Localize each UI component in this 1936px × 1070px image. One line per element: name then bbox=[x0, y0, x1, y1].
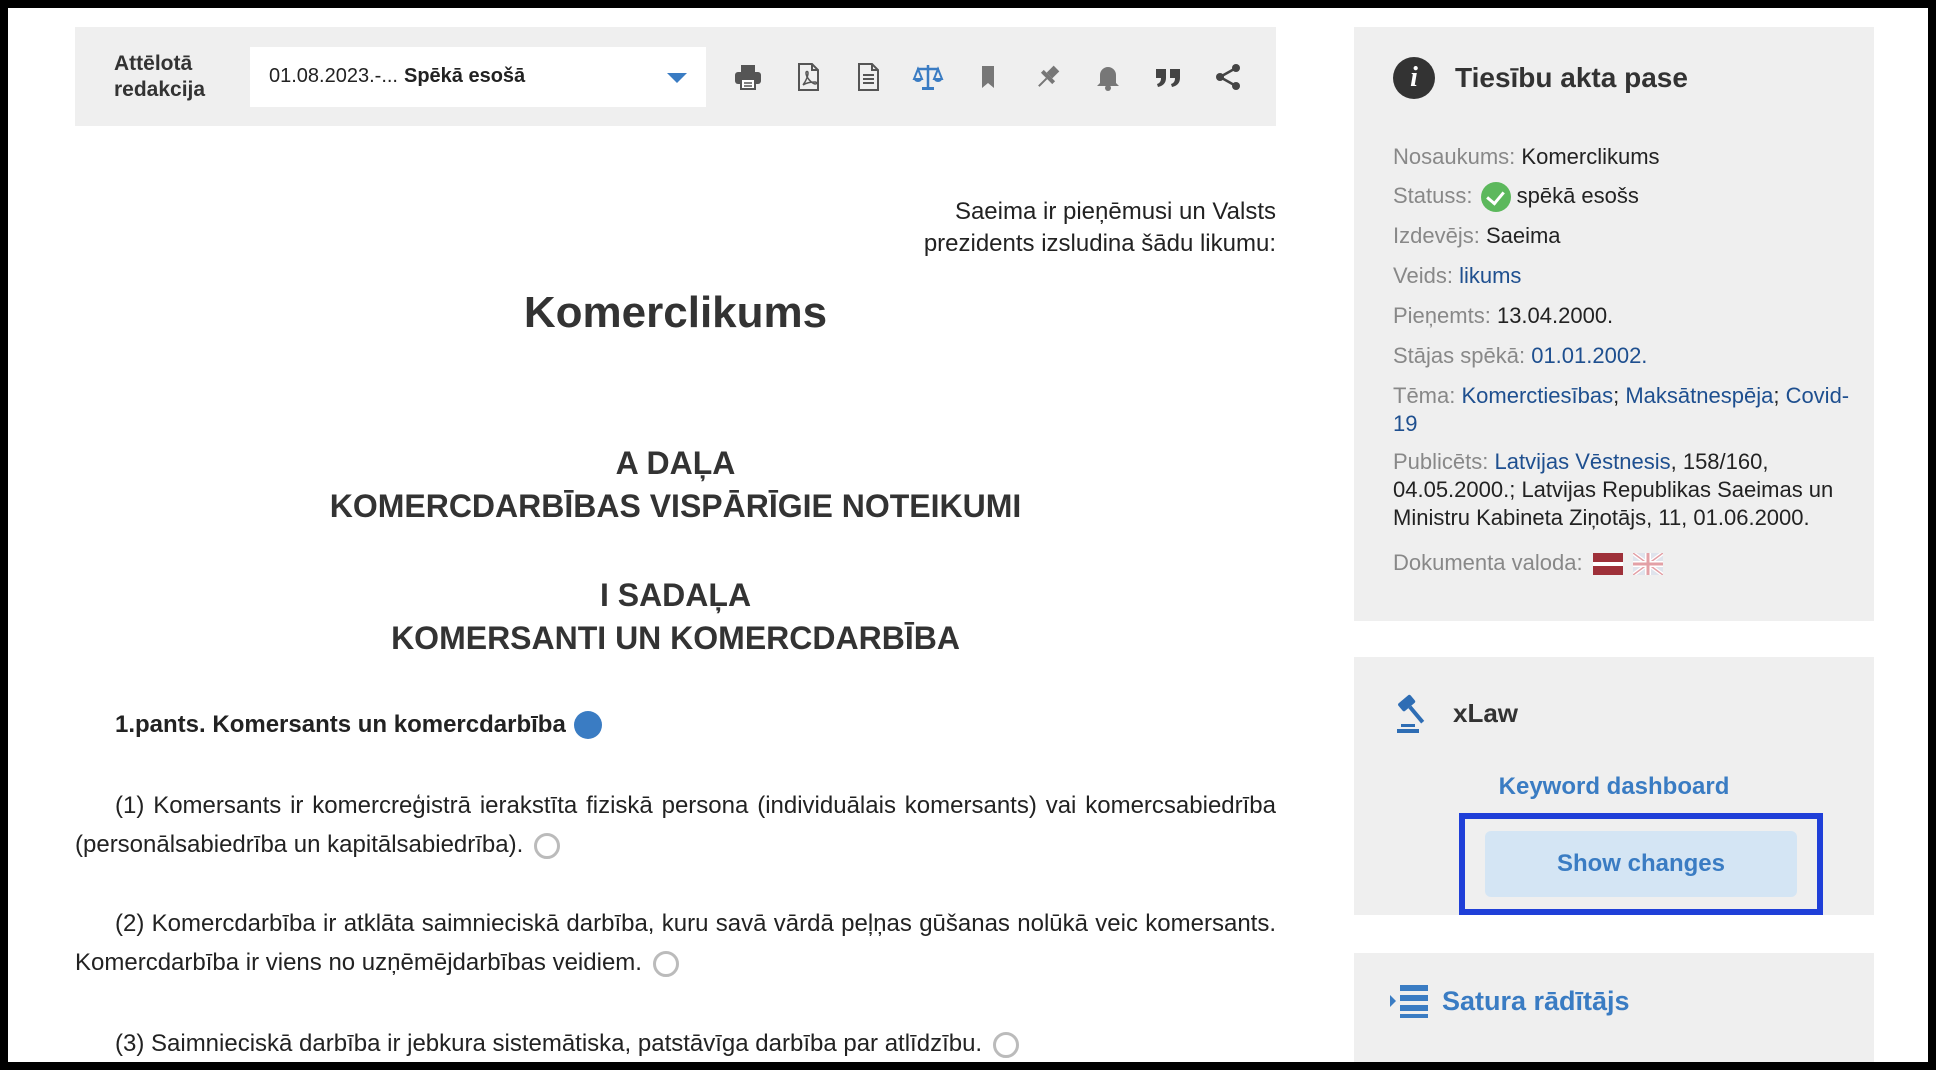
meta-published: Publicēts: Latvijas Vēstnesis, 158/160, … bbox=[1393, 448, 1854, 532]
uk-flag-graphic bbox=[1632, 553, 1663, 576]
cite-button[interactable] bbox=[1138, 47, 1198, 107]
meta-issuer: Izdevējs: Saeima bbox=[1393, 222, 1854, 250]
section-i-heading: I SADAĻA KOMERSANTI UN KOMERCDARBĪBA bbox=[75, 574, 1276, 660]
share-icon bbox=[1216, 63, 1240, 90]
meta-type: Veids: likums bbox=[1393, 262, 1854, 290]
table-of-contents-toggle[interactable]: Satura rādītājs bbox=[1388, 983, 1630, 1019]
meta-language: Dokumenta valoda: bbox=[1393, 549, 1854, 577]
scales-icon bbox=[912, 64, 944, 90]
page-frame: Attēlotā redakcija 01.08.2023.-... Spēkā… bbox=[8, 8, 1928, 1062]
xlaw-title: xLaw bbox=[1453, 697, 1519, 728]
table-of-contents-card: Satura rādītājs bbox=[1354, 953, 1874, 1062]
part-a-heading: A DAĻA KOMERCDARBĪBAS VISPĀRĪGIE NOTEIKU… bbox=[75, 442, 1276, 528]
pdf-button[interactable] bbox=[778, 47, 838, 107]
list-toggle-icon bbox=[1390, 985, 1428, 1018]
paragraph-marker-icon[interactable] bbox=[992, 1031, 1019, 1058]
uk-flag-icon[interactable] bbox=[1632, 553, 1663, 576]
version-label: Attēlotā redakcija bbox=[114, 51, 206, 101]
document-toolbar: Attēlotā redakcija 01.08.2023.-... Spēkā… bbox=[75, 27, 1276, 126]
info-icon: i bbox=[1393, 57, 1435, 99]
meta-published-label: Publicēts: bbox=[1393, 449, 1489, 474]
act-passport-title: Tiesību akta pase bbox=[1455, 62, 1688, 93]
meta-issuer-value: Saeima bbox=[1485, 223, 1561, 248]
meta-status-value: spēkā esošs bbox=[1516, 183, 1639, 208]
bookmark-icon bbox=[982, 65, 994, 88]
meta-adopted-value: 13.04.2000. bbox=[1496, 303, 1614, 328]
gavel-icon bbox=[1397, 694, 1425, 733]
meta-name: Nosaukums: Komerclikums bbox=[1393, 143, 1854, 171]
meta-topic-link[interactable]: Maksātnespēja bbox=[1625, 383, 1773, 408]
share-button[interactable] bbox=[1198, 47, 1258, 107]
show-changes-highlight: Show changes bbox=[1459, 813, 1823, 915]
meta-effective-label: Stājas spēkā: bbox=[1393, 343, 1526, 368]
version-select-date: 01.08.2023.-... bbox=[269, 65, 398, 87]
latvian-flag-icon[interactable] bbox=[1592, 553, 1623, 576]
act-passport-card: i Tiesību akta pase Nosaukums: Komerclik… bbox=[1354, 27, 1874, 621]
paragraph-marker-icon[interactable] bbox=[533, 832, 560, 859]
xlaw-header: xLaw bbox=[1393, 691, 1518, 735]
document-icon bbox=[858, 62, 879, 91]
part-a-title: KOMERCDARBĪBAS VISPĀRĪGIE NOTEIKUMI bbox=[329, 488, 1022, 524]
bookmark-button[interactable] bbox=[958, 47, 1018, 107]
meta-topic: Tēma: Komerctiesības; Maksātnespēja; Cov… bbox=[1393, 383, 1850, 436]
toolbar-actions bbox=[718, 47, 1258, 107]
meta-adopted: Pieņemts: 13.04.2000. bbox=[1393, 302, 1854, 330]
version-select-status: Spēkā esošā bbox=[403, 65, 526, 87]
part-a-label: A DAĻA bbox=[615, 445, 736, 481]
meta-type-label: Veids: bbox=[1393, 263, 1453, 288]
bell-icon bbox=[1097, 66, 1119, 91]
preamble-line-2: prezidents izsludina šādu likumu: bbox=[923, 230, 1276, 257]
meta-language-label: Dokumenta valoda: bbox=[1393, 550, 1583, 575]
quote-icon bbox=[1156, 68, 1180, 87]
paragraph-3: (3) Saimnieciskā darbība ir jebkura sist… bbox=[75, 1024, 1276, 1062]
pin-icon bbox=[1038, 65, 1060, 87]
keyword-dashboard-link[interactable]: Keyword dashboard bbox=[1354, 773, 1874, 801]
section-i-label: I SADAĻA bbox=[599, 577, 752, 613]
meta-name-value: Komerclikums bbox=[1521, 144, 1660, 169]
article-1-title: 1.pants. Komersants un komercdarbība bbox=[115, 711, 566, 738]
meta-issuer-label: Izdevējs: bbox=[1393, 223, 1480, 248]
article-marker-icon[interactable] bbox=[573, 711, 602, 739]
article-1-heading: 1.pants. Komersants un komercdarbība bbox=[115, 711, 602, 739]
xlaw-card: xLaw Keyword dashboard Show changes bbox=[1354, 657, 1874, 915]
pin-button[interactable] bbox=[1018, 47, 1078, 107]
meta-topic-link[interactable]: Komerctiesības bbox=[1461, 383, 1613, 408]
meta-status: Statuss: spēkā esošs bbox=[1393, 182, 1854, 213]
chevron-down-icon bbox=[667, 72, 687, 83]
act-passport-header: i Tiesību akta pase bbox=[1393, 57, 1688, 99]
print-button[interactable] bbox=[718, 47, 778, 107]
meta-published-link[interactable]: Latvijas Vēstnesis bbox=[1495, 449, 1671, 474]
preamble-line-1: Saeima ir pieņēmusi un Valsts bbox=[954, 198, 1276, 225]
version-select[interactable]: 01.08.2023.-... Spēkā esošā bbox=[250, 46, 706, 107]
paragraph-3-text: (3) Saimnieciskā darbība ir jebkura sist… bbox=[115, 1030, 983, 1057]
show-changes-button[interactable]: Show changes bbox=[1485, 831, 1797, 897]
paragraph-1-text: (1) Komersants ir komercreģistrā ierakst… bbox=[75, 792, 1276, 858]
document-title: Komerclikums bbox=[523, 288, 828, 337]
meta-type-link[interactable]: likums bbox=[1459, 263, 1521, 288]
meta-adopted-label: Pieņemts: bbox=[1393, 303, 1491, 328]
paragraph-marker-icon[interactable] bbox=[652, 950, 679, 977]
preamble: Saeima ir pieņēmusi un Valsts prezidents… bbox=[924, 196, 1276, 260]
meta-effective: Stājas spēkā: 01.01.2002. bbox=[1393, 342, 1854, 370]
compare-button[interactable] bbox=[898, 47, 958, 107]
print-icon bbox=[735, 64, 761, 90]
meta-status-label: Statuss: bbox=[1393, 183, 1473, 208]
table-of-contents-title: Satura rādītājs bbox=[1442, 985, 1630, 1016]
meta-topic-label: Tēma: bbox=[1393, 383, 1456, 408]
section-i-title: KOMERSANTI UN KOMERCDARBĪBA bbox=[391, 620, 960, 656]
check-circle-icon bbox=[1480, 182, 1511, 213]
meta-effective-link[interactable]: 01.01.2002. bbox=[1531, 343, 1647, 368]
paragraph-1: (1) Komersants ir komercreģistrā ierakst… bbox=[75, 786, 1276, 864]
notifications-button[interactable] bbox=[1078, 47, 1138, 107]
meta-name-label: Nosaukums: bbox=[1393, 144, 1516, 169]
document-button[interactable] bbox=[838, 47, 898, 107]
paragraph-2: (2) Komercdarbība ir atklāta saimniecisk… bbox=[75, 904, 1276, 982]
pdf-icon bbox=[798, 62, 819, 91]
